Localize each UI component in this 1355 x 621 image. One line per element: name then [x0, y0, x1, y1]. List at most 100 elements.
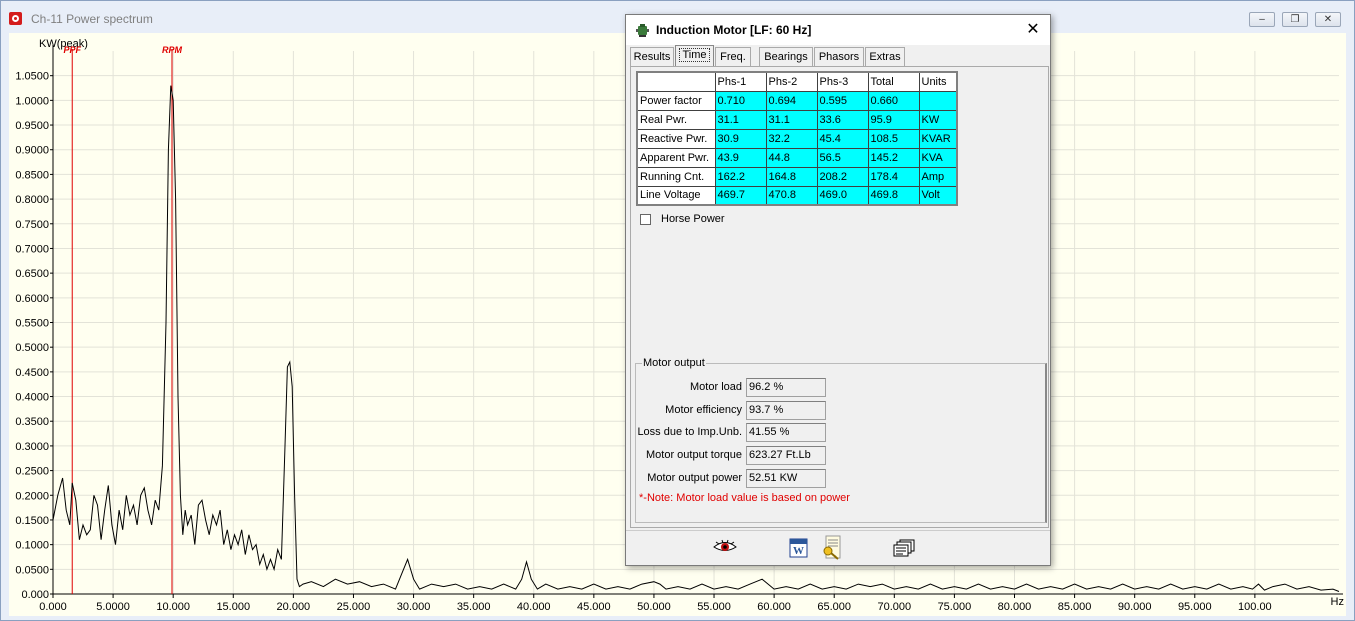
y-tick-label: 0.2000: [15, 490, 49, 502]
table-cell[interactable]: 164.8: [765, 166, 818, 187]
table-cell[interactable]: 32.2: [765, 128, 818, 149]
table-cell[interactable]: 470.8: [765, 185, 818, 206]
x-axis-label: Hz: [1331, 596, 1344, 608]
motor-output-power-field[interactable]: 52.51 KW: [746, 469, 826, 488]
y-tick-label: 0.0500: [15, 564, 49, 576]
table-cell[interactable]: KVA: [918, 147, 958, 168]
table-cell[interactable]: 0.595: [816, 90, 869, 111]
column-header: Phs-1: [714, 71, 767, 92]
y-tick-label: 0.8500: [15, 169, 49, 181]
y-tick-label: 0.5000: [15, 342, 49, 354]
time-tab-panel: Phs-1 Phs-2 Phs-3 Total Units Power fact…: [630, 66, 1049, 528]
table-cell[interactable]: KW: [918, 109, 958, 130]
table-row: Real Pwr. 31.1 31.1 33.6 95.9 KW: [636, 109, 958, 130]
window-title: Ch-11 Power spectrum: [31, 12, 153, 26]
table-cell[interactable]: 0.660: [867, 90, 920, 111]
power-data-grid[interactable]: Phs-1 Phs-2 Phs-3 Total Units Power fact…: [636, 71, 958, 206]
minimize-button[interactable]: –: [1249, 12, 1275, 27]
row-header: Real Pwr.: [636, 109, 716, 130]
y-tick-label: 0.9500: [15, 120, 49, 132]
table-cell[interactable]: 469.7: [714, 185, 767, 206]
horse-power-label[interactable]: Horse Power: [661, 213, 725, 225]
table-cell[interactable]: 31.1: [714, 109, 767, 130]
motor-output-power-label: Motor output power: [647, 472, 742, 484]
tab-time-label: Time: [679, 48, 710, 62]
table-corner-cell: [636, 71, 716, 92]
x-tick-label: 35.000: [457, 601, 491, 613]
table-cell[interactable]: 31.1: [765, 109, 818, 130]
table-cell[interactable]: 43.9: [714, 147, 767, 168]
x-tick-label: 15.000: [216, 601, 250, 613]
table-cell[interactable]: 0.694: [765, 90, 818, 111]
loss-imp-unb-label: Loss due to Imp.Unb.: [637, 426, 742, 438]
tab-freq-label: Freq.: [720, 51, 746, 63]
row-header: Running Cnt.: [636, 166, 716, 187]
motor-efficiency-field[interactable]: 93.7 %: [746, 401, 826, 420]
table-row: Running Cnt. 162.2 164.8 208.2 178.4 Amp: [636, 166, 958, 187]
table-cell[interactable]: 30.9: [714, 128, 767, 149]
y-tick-label: 0.1500: [15, 515, 49, 527]
tab-freq[interactable]: Freq.: [715, 47, 751, 66]
table-cell[interactable]: 0.710: [714, 90, 767, 111]
x-tick-label: 90.000: [1118, 601, 1152, 613]
app-logo-icon: [9, 12, 22, 25]
table-cell[interactable]: 469.8: [867, 185, 920, 206]
copy-pages-icon[interactable]: [893, 539, 915, 557]
dialog-toolbar: W: [626, 530, 1050, 565]
tab-time[interactable]: Time: [675, 45, 714, 66]
table-cell[interactable]: Amp: [918, 166, 958, 187]
table-cell[interactable]: 95.9: [867, 109, 920, 130]
x-tick-label: 25.000: [337, 601, 371, 613]
x-tick-label: 55.000: [697, 601, 731, 613]
dialog-close-button[interactable]: ✕: [1022, 19, 1044, 41]
loss-imp-unb-field[interactable]: 41.55 %: [746, 423, 826, 442]
y-tick-label: 0.1000: [15, 540, 49, 552]
table-cell[interactable]: 162.2: [714, 166, 767, 187]
table-cell[interactable]: [918, 90, 958, 111]
tab-results-label: Results: [633, 51, 671, 63]
x-tick-label: 45.000: [577, 601, 611, 613]
tab-results[interactable]: Results: [630, 47, 674, 66]
y-tick-label: 0.2500: [15, 466, 49, 478]
marker-label-rpm: RPM: [162, 45, 183, 55]
table-cell[interactable]: 145.2: [867, 147, 920, 168]
horse-power-checkbox[interactable]: [640, 214, 651, 225]
x-tick-label: 95.000: [1178, 601, 1212, 613]
y-tick-label: 0.7000: [15, 243, 49, 255]
word-export-icon[interactable]: W: [789, 538, 809, 558]
induction-motor-dialog: Induction Motor [LF: 60 Hz] ✕ Results Ti…: [625, 14, 1051, 566]
restore-button[interactable]: ❐: [1282, 12, 1308, 27]
motor-icon: [636, 24, 649, 37]
close-button[interactable]: ✕: [1315, 12, 1341, 27]
eye-icon[interactable]: [713, 539, 737, 555]
y-tick-label: 0.4500: [15, 367, 49, 379]
table-cell[interactable]: KVAR: [918, 128, 958, 149]
table-cell[interactable]: 45.4: [816, 128, 869, 149]
motor-load-note: *-Note: Motor load value is based on pow…: [639, 492, 850, 504]
table-cell[interactable]: 56.5: [816, 147, 869, 168]
table-cell[interactable]: 33.6: [816, 109, 869, 130]
table-cell[interactable]: 44.8: [765, 147, 818, 168]
table-cell[interactable]: 178.4: [867, 166, 920, 187]
tab-extras[interactable]: Extras: [865, 47, 905, 66]
table-cell[interactable]: 469.0: [816, 185, 869, 206]
tab-phasors[interactable]: Phasors: [814, 47, 864, 66]
row-header: Line Voltage: [636, 185, 716, 206]
motor-output-torque-field[interactable]: 623.27 Ft.Lb: [746, 446, 826, 465]
tab-bearings[interactable]: Bearings: [759, 47, 813, 66]
report-key-icon[interactable]: [822, 535, 842, 561]
table-cell[interactable]: 208.2: [816, 166, 869, 187]
row-header: Reactive Pwr.: [636, 128, 716, 149]
y-tick-label: 1.0500: [15, 71, 49, 83]
motor-load-field[interactable]: 96.2 %: [746, 378, 826, 397]
y-tick-label: 0.9000: [15, 145, 49, 157]
table-header-row: Phs-1 Phs-2 Phs-3 Total Units: [636, 71, 958, 92]
table-row: Line Voltage 469.7 470.8 469.0 469.8 Vol…: [636, 185, 958, 206]
x-tick-label: 60.000: [757, 601, 791, 613]
table-cell[interactable]: Volt: [918, 185, 958, 206]
table-cell[interactable]: 108.5: [867, 128, 920, 149]
y-tick-label: 0.7500: [15, 219, 49, 231]
motor-output-torque-label: Motor output torque: [645, 449, 742, 461]
motor-output-legend: Motor output: [642, 357, 706, 369]
table-row: Power factor 0.710 0.694 0.595 0.660: [636, 90, 958, 111]
